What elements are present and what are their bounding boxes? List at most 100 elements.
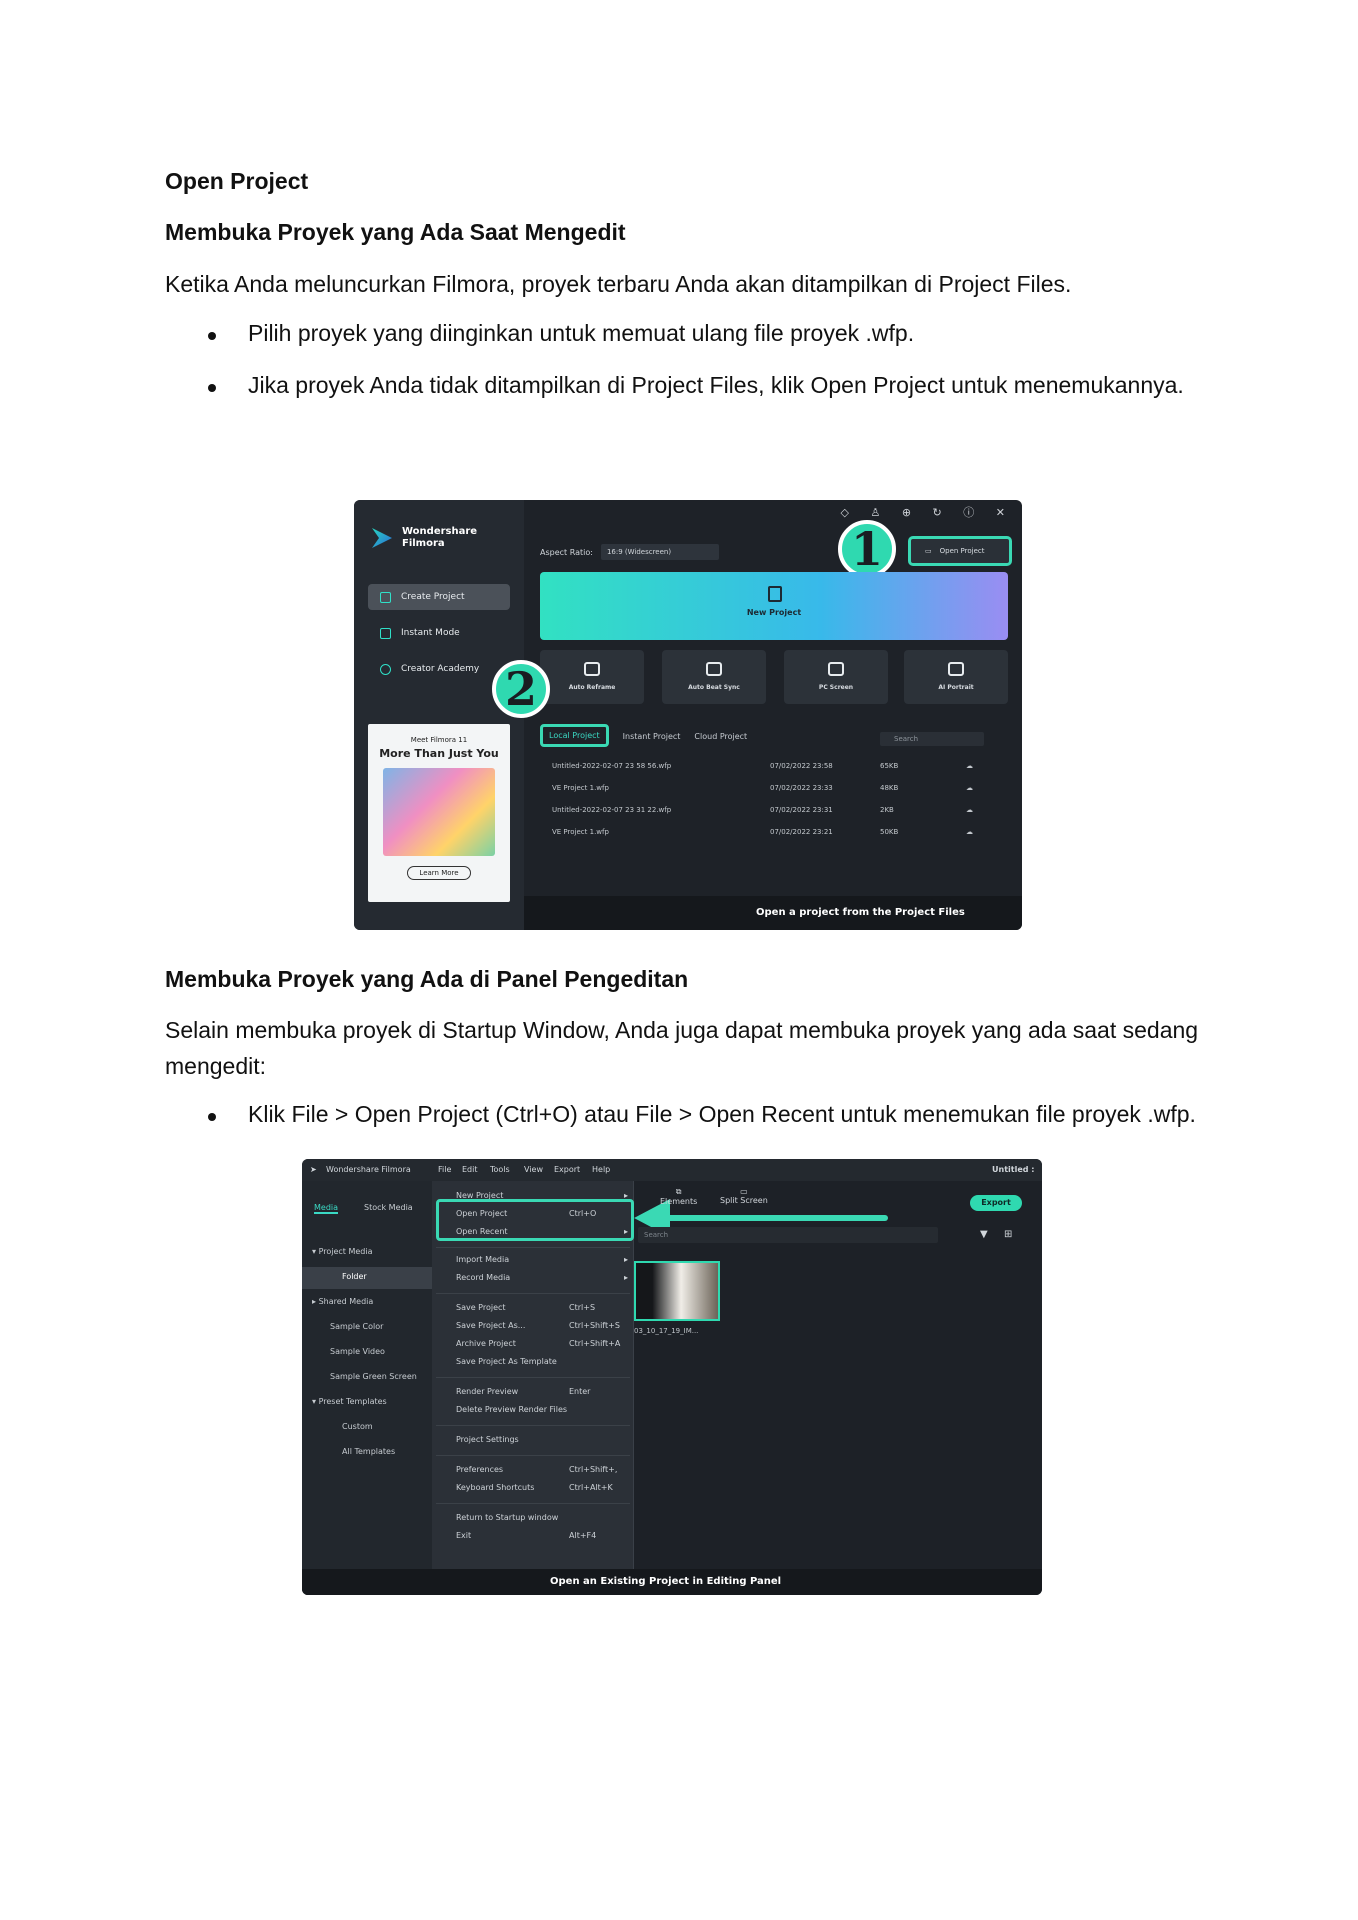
tree-shared-media[interactable]: ▸ Shared Media bbox=[312, 1297, 373, 1306]
promo-title: More Than Just You bbox=[379, 747, 499, 760]
menu-item[interactable]: Keyboard Shortcuts Ctrl+Alt+K bbox=[456, 1483, 626, 1492]
project-name: Untitled-2022-02-07 23 31 22.wfp bbox=[552, 806, 672, 814]
cloud-upload-icon[interactable]: ☁ bbox=[966, 762, 973, 770]
learn-more-button[interactable]: Learn More bbox=[407, 866, 471, 880]
project-title: Untitled : bbox=[992, 1165, 1035, 1174]
menu-item[interactable]: Import Media ▸ bbox=[456, 1255, 628, 1264]
filter-icon[interactable]: ▼ bbox=[980, 1229, 988, 1240]
tree-folder[interactable]: Folder bbox=[342, 1272, 367, 1281]
menu-edit[interactable]: Edit bbox=[462, 1159, 478, 1181]
menu-help[interactable]: Help bbox=[592, 1159, 610, 1181]
menu-tools[interactable]: Tools bbox=[490, 1159, 510, 1181]
menu-label: Render Preview bbox=[456, 1387, 519, 1396]
project-row[interactable]: VE Project 1.wfp 07/02/2022 23:33 48KB ☁ bbox=[552, 784, 992, 796]
menu-item[interactable]: Project Settings bbox=[456, 1435, 626, 1444]
tab-cloud-project[interactable]: Cloud Project bbox=[694, 732, 747, 747]
tool-pc-screen[interactable]: PC Screen bbox=[784, 650, 888, 704]
media-thumbnail[interactable] bbox=[634, 1261, 720, 1321]
filmora-logo: Wondershare Filmora bbox=[372, 526, 477, 550]
tab-media[interactable]: Media bbox=[314, 1203, 339, 1214]
menu-item[interactable]: Save Project As... Ctrl+Shift+S bbox=[456, 1321, 626, 1330]
tree-sample-color[interactable]: Sample Color bbox=[330, 1322, 383, 1331]
brand-line-2: Filmora bbox=[402, 538, 445, 549]
menu-view[interactable]: View bbox=[524, 1159, 543, 1181]
cloud-upload-icon[interactable]: ☁ bbox=[966, 806, 973, 814]
project-size: 50KB bbox=[880, 828, 899, 836]
menu-item[interactable]: Save Project Ctrl+S bbox=[456, 1303, 626, 1312]
menu-item[interactable]: Return to Startup window bbox=[456, 1513, 626, 1522]
aspect-ratio-select[interactable]: 16:9 (Widescreen) bbox=[600, 544, 719, 560]
portrait-icon bbox=[948, 662, 964, 676]
startup-sidebar: Wondershare Filmora Create Project Instan… bbox=[354, 500, 524, 930]
menu-file[interactable]: File bbox=[438, 1159, 451, 1181]
project-size: 48KB bbox=[880, 784, 899, 792]
tool-label: AI Portrait bbox=[938, 684, 974, 691]
tool-label: Auto Beat Sync bbox=[688, 684, 740, 691]
bullet-item: Jika proyek Anda tidak ditampilkan di Pr… bbox=[248, 372, 1184, 398]
editing-panel-screenshot: ➤ Wondershare Filmora File Edit Tools Vi… bbox=[302, 1159, 1042, 1595]
project-date: 07/02/2022 23:33 bbox=[770, 784, 833, 792]
highlight-open-menu-items bbox=[436, 1199, 634, 1241]
tab-label: Elements bbox=[660, 1197, 698, 1206]
tree-sample-video[interactable]: Sample Video bbox=[330, 1347, 385, 1356]
tree-sample-green-screen[interactable]: Sample Green Screen bbox=[330, 1372, 417, 1381]
project-row[interactable]: VE Project 1.wfp 07/02/2022 23:21 50KB ☁ bbox=[552, 828, 992, 840]
project-date: 07/02/2022 23:31 bbox=[770, 806, 833, 814]
project-name: Untitled-2022-02-07 23 58 56.wfp bbox=[552, 762, 672, 770]
tree-project-media[interactable]: ▾ Project Media bbox=[312, 1247, 373, 1256]
tool-auto-reframe[interactable]: Auto Reframe bbox=[540, 650, 644, 704]
tab-local-project[interactable]: Local Project bbox=[540, 724, 609, 747]
menu-item[interactable]: Exit Alt+F4 bbox=[456, 1531, 626, 1540]
project-row[interactable]: Untitled-2022-02-07 23 58 56.wfp 07/02/20… bbox=[552, 762, 992, 774]
menu-item[interactable]: Save Project As Template bbox=[456, 1357, 626, 1366]
paragraph-2: Selain membuka proyek di Startup Window,… bbox=[165, 1017, 1199, 1079]
menu-label: Delete Preview Render Files bbox=[456, 1405, 568, 1414]
submenu-arrow-icon: ▸ bbox=[624, 1273, 629, 1282]
cloud-upload-icon[interactable]: ☁ bbox=[966, 828, 973, 836]
menu-item[interactable]: Archive Project Ctrl+Shift+A bbox=[456, 1339, 626, 1348]
app-logo-icon: ➤ bbox=[310, 1165, 317, 1174]
menu-label: Record Media bbox=[456, 1273, 511, 1282]
project-size: 2KB bbox=[880, 806, 894, 814]
tab-split-screen[interactable]: ▭ Split Screen bbox=[720, 1187, 768, 1205]
tool-auto-beat-sync[interactable]: Auto Beat Sync bbox=[662, 650, 766, 704]
nav-create-project[interactable]: Create Project bbox=[368, 584, 510, 610]
nav-instant-mode[interactable]: Instant Mode bbox=[368, 620, 510, 646]
tab-elements[interactable]: ⧉ Elements bbox=[660, 1187, 697, 1206]
menu-item[interactable]: Delete Preview Render Files bbox=[456, 1405, 626, 1414]
open-project-label: Open Project bbox=[939, 547, 985, 555]
menu-label: Exit bbox=[456, 1531, 472, 1540]
menu-export[interactable]: Export bbox=[554, 1159, 580, 1181]
cloud-upload-icon[interactable]: ☁ bbox=[966, 784, 973, 792]
window-controls[interactable]: ◇ ♙ ⊕ ↻ ⓘ ✕ bbox=[841, 504, 1014, 520]
grid-view-icon[interactable]: ⊞ bbox=[1004, 1229, 1012, 1240]
heading-open-existing: Membuka Proyek yang Ada Saat Mengedit bbox=[165, 219, 626, 245]
tree-custom[interactable]: Custom bbox=[342, 1422, 373, 1431]
heading-editing-panel: Membuka Proyek yang Ada di Panel Pengedi… bbox=[165, 966, 689, 992]
project-row[interactable]: Untitled-2022-02-07 23 31 22.wfp 07/02/20… bbox=[552, 806, 992, 818]
tree-label: Project Media bbox=[318, 1247, 373, 1256]
screen-record-icon bbox=[828, 662, 844, 676]
media-search-input[interactable]: Search bbox=[638, 1227, 938, 1243]
menu-item[interactable]: Preferences Ctrl+Shift+, bbox=[456, 1465, 626, 1474]
menu-item[interactable]: Render Preview Enter bbox=[456, 1387, 626, 1396]
project-search-input[interactable]: Search bbox=[880, 732, 984, 746]
tab-label: Split Screen bbox=[720, 1196, 768, 1205]
tree-preset-templates[interactable]: ▾ Preset Templates bbox=[312, 1397, 387, 1406]
tab-instant-project[interactable]: Instant Project bbox=[623, 732, 681, 747]
export-button[interactable]: Export bbox=[970, 1195, 1022, 1211]
brand-line-1: Wondershare bbox=[402, 526, 478, 537]
tree-label: Shared Media bbox=[318, 1297, 374, 1306]
project-tabs: Local Project Instant Project Cloud Proj… bbox=[540, 724, 747, 747]
reframe-icon bbox=[584, 662, 600, 676]
tree-all-templates[interactable]: All Templates bbox=[342, 1447, 395, 1456]
bullet-dot bbox=[208, 1113, 216, 1121]
new-project-button[interactable]: New Project bbox=[540, 572, 1008, 640]
menu-item[interactable]: Record Media ▸ bbox=[456, 1273, 629, 1282]
menu-separator bbox=[436, 1425, 630, 1426]
create-project-icon bbox=[380, 591, 391, 603]
nav-creator-academy[interactable]: Creator Academy bbox=[368, 656, 510, 682]
tool-ai-portrait[interactable]: AI Portrait bbox=[904, 650, 1008, 704]
open-project-button[interactable]: ▭ Open Project bbox=[908, 536, 1012, 566]
tab-stock-media[interactable]: Stock Media bbox=[364, 1203, 413, 1212]
